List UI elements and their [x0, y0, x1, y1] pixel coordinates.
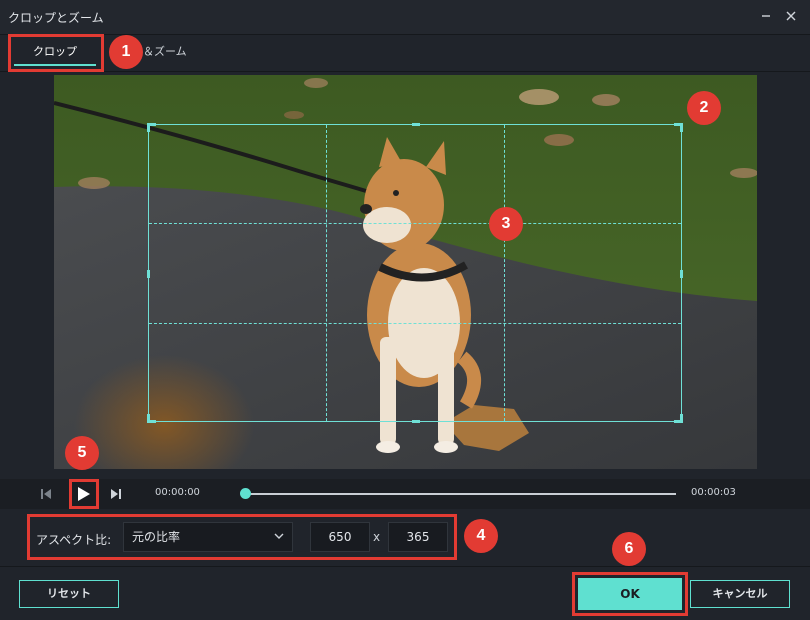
annotation-badge: 2	[687, 91, 721, 125]
crop-handle-bottom[interactable]	[412, 420, 420, 423]
annotation-badge: 3	[489, 207, 523, 241]
timeline-knob[interactable]	[240, 488, 251, 499]
annotation-badge: 5	[65, 436, 99, 470]
crop-handle-top-left[interactable]	[147, 123, 156, 132]
annotation-highlight	[8, 34, 104, 72]
end-time: 00:00:03	[691, 487, 736, 498]
divider	[0, 566, 810, 567]
minimize-icon[interactable]	[756, 6, 776, 26]
crop-handle-right[interactable]	[680, 270, 683, 278]
annotation-highlight	[572, 572, 688, 616]
crop-grid-line	[149, 223, 681, 224]
reset-button[interactable]: リセット	[19, 580, 119, 608]
crop-handle-top-right[interactable]	[674, 123, 683, 132]
crop-handle-bottom-left[interactable]	[147, 414, 156, 423]
crop-grid-line	[326, 125, 327, 421]
timeline-track[interactable]	[246, 493, 676, 495]
close-icon[interactable]	[781, 6, 801, 26]
annotation-highlight	[27, 514, 457, 560]
title-bar	[0, 0, 810, 35]
crop-handle-left[interactable]	[147, 270, 150, 278]
prev-frame-icon[interactable]	[36, 484, 56, 504]
crop-grid-line	[149, 323, 681, 324]
annotation-badge: 6	[612, 532, 646, 566]
annotation-highlight	[69, 479, 99, 509]
crop-handle-bottom-right[interactable]	[674, 414, 683, 423]
annotation-badge: 1	[109, 35, 143, 69]
current-time: 00:00:00	[155, 487, 200, 498]
next-frame-icon[interactable]	[106, 484, 126, 504]
crop-rectangle[interactable]	[147, 123, 683, 423]
window-title: クロップとズーム	[8, 11, 104, 25]
annotation-badge: 4	[464, 519, 498, 553]
cancel-button[interactable]: キャンセル	[690, 580, 790, 608]
crop-handle-top[interactable]	[412, 123, 420, 126]
crop-grid-line	[504, 125, 505, 421]
